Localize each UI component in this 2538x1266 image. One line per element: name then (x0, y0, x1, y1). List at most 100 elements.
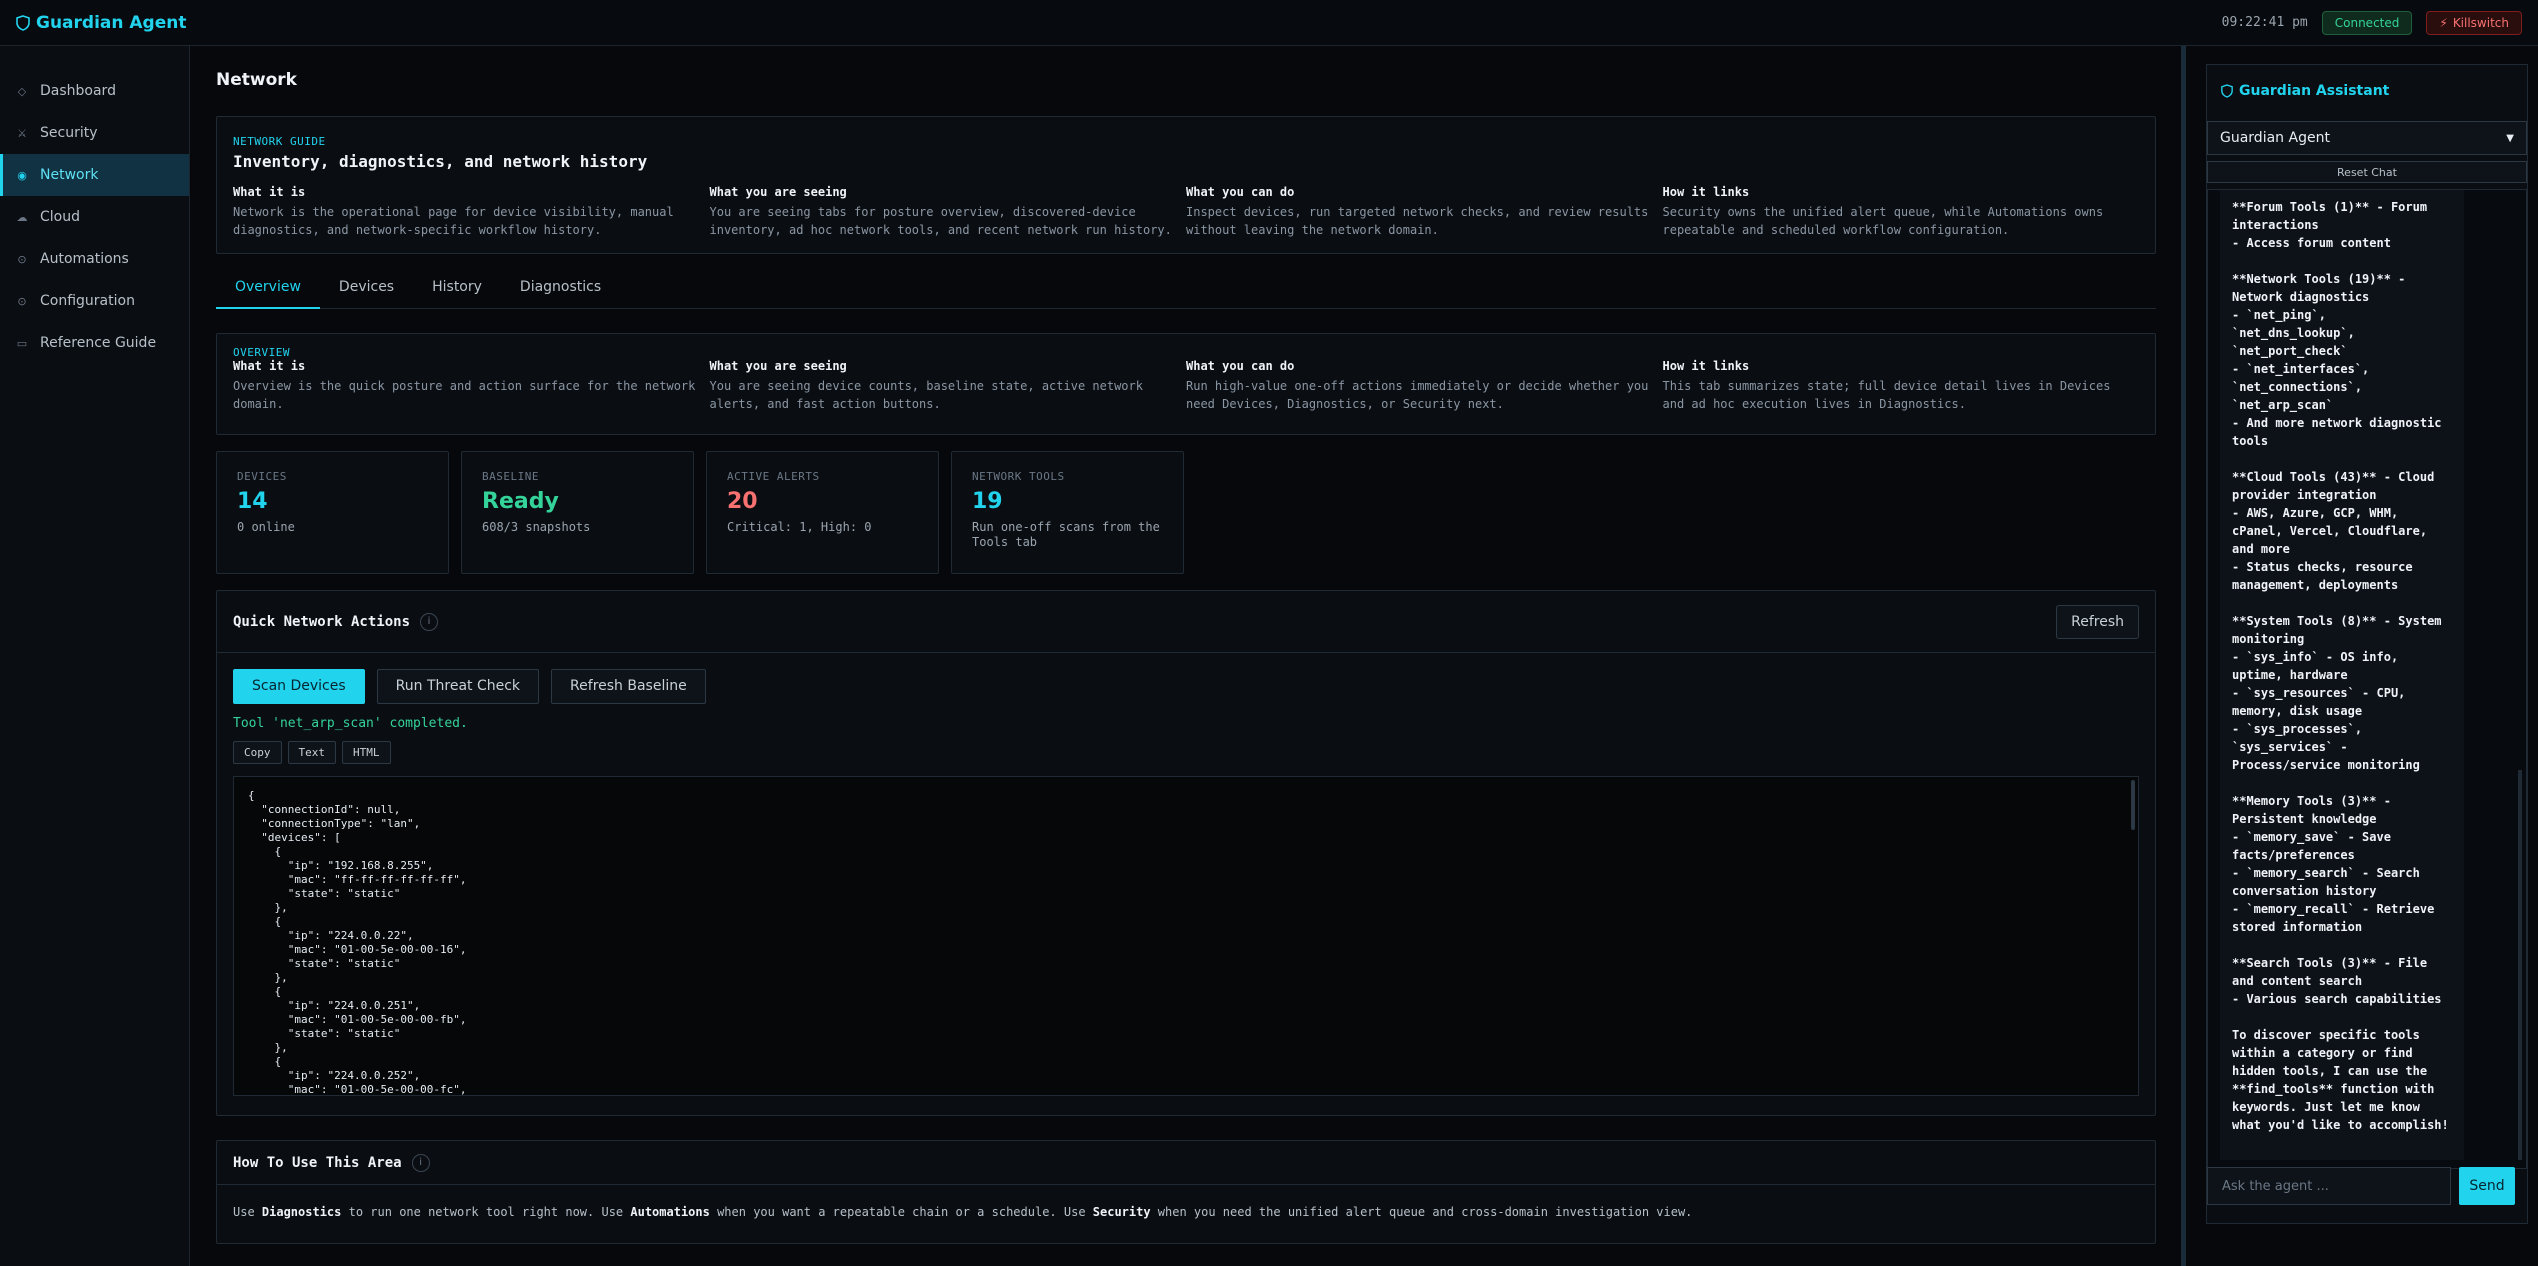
html-format-button[interactable]: HTML (342, 741, 391, 764)
sidebar-item-cloud[interactable]: ☁ Cloud (0, 196, 189, 238)
settings-icon: ⊙ (17, 294, 27, 308)
how-to-text-part: when you need the unified alert queue an… (1150, 1205, 1693, 1219)
guide-col-text: Security owns the unified alert queue, w… (1662, 205, 2104, 237)
guide-col-heading: What you can do (1186, 185, 1295, 199)
chevron-down-icon: ▼ (2506, 132, 2514, 144)
tab-diagnostics[interactable]: Diagnostics (501, 274, 620, 309)
section-title: How To Use This Area (233, 1154, 402, 1171)
agent-select[interactable]: Guardian Agent ▼ (2207, 121, 2527, 155)
info-icon[interactable]: i (411, 1153, 430, 1172)
sidebar-item-configuration[interactable]: ⊙ Configuration (0, 280, 189, 322)
stat-sub: Critical: 1, High: 0 (727, 520, 872, 534)
cloud-icon: ☁ (16, 210, 28, 224)
refresh-button[interactable]: Refresh (2056, 604, 2139, 639)
agent-select-value: Guardian Agent (2220, 130, 2330, 146)
chat-input[interactable]: Ask the agent ... (2207, 1167, 2451, 1205)
killswitch-label: Killswitch (2452, 15, 2509, 30)
how-to-text: Use Diagnostics to run one network tool … (217, 1185, 2155, 1239)
guide-col-text: Run high-value one-off actions immediate… (1186, 379, 1649, 411)
refresh-baseline-button[interactable]: Refresh Baseline (551, 669, 706, 704)
stat-value: 14 (237, 489, 268, 514)
guide-col-heading: What it is (233, 185, 306, 199)
sidebar-item-dashboard[interactable]: ◇ Dashboard (0, 70, 189, 112)
stat-label: NETWORK TOOLS (972, 470, 1065, 483)
how-to-keyword: Security (1092, 1205, 1151, 1219)
guide-col-heading: What it is (233, 359, 306, 373)
tab-devices[interactable]: Devices (320, 274, 413, 309)
assistant-title-label: Guardian Assistant (2239, 83, 2390, 99)
stat-sub: Run one-off scans from the Tools tab (972, 520, 1160, 549)
sidebar-item-security[interactable]: ⚔ Security (0, 112, 189, 154)
overview-guide: OVERVIEW What it is Overview is the quic… (216, 333, 2156, 435)
sidebar-item-automations[interactable]: ⊙ Automations (0, 238, 189, 280)
guide-col-heading: How it links (1662, 359, 1750, 373)
stat-label: BASELINE (482, 470, 539, 483)
reset-chat-button[interactable]: Reset Chat (2207, 161, 2527, 183)
guide-col-text: Overview is the quick posture and action… (233, 379, 696, 411)
guide-kicker: NETWORK GUIDE (233, 135, 326, 148)
guide-column: How it links Security owns the unified a… (1663, 185, 2140, 239)
guide-column: What it is Network is the operational pa… (233, 185, 710, 239)
guide-col-text: You are seeing device counts, baseline s… (709, 379, 1143, 411)
shield-icon (2221, 84, 2233, 98)
tool-output-json: { "connectionId": null, "connectionType"… (248, 789, 467, 1096)
stat-card-baseline: BASELINE Ready 608/3 snapshots (461, 451, 694, 574)
assistant-title: Guardian Assistant (2207, 73, 2527, 109)
sidebar-item-reference-guide[interactable]: ▭ Reference Guide (0, 322, 189, 364)
guide-title: Inventory, diagnostics, and network hist… (233, 152, 648, 171)
how-to-keyword: Automations (630, 1205, 710, 1219)
guide-col-heading: What you are seeing (709, 359, 847, 373)
sidebar-item-label: Cloud (40, 209, 80, 225)
stat-label: DEVICES (237, 470, 287, 483)
clock: 09:22:41 pm (2221, 15, 2308, 30)
stat-card-network-tools: NETWORK TOOLS 19 Run one-off scans from … (951, 451, 1184, 574)
guide-column: What you can do Inspect devices, run tar… (1186, 185, 1663, 239)
stat-cards: DEVICES 14 0 online BASELINE Ready 608/3… (216, 451, 2156, 574)
guide-col-heading: How it links (1662, 185, 1750, 199)
sidebar-item-label: Reference Guide (40, 335, 157, 351)
connection-status-badge: Connected (2321, 10, 2413, 35)
tool-status-message: Tool 'net_arp_scan' completed. (233, 716, 468, 731)
scan-devices-button[interactable]: Scan Devices (233, 669, 365, 704)
copy-button[interactable]: Copy (233, 741, 282, 764)
guide-col-text: This tab summarizes state; full device d… (1662, 379, 2111, 411)
top-bar: Guardian Agent 09:22:41 pm Connected ⚡ K… (0, 0, 2538, 46)
guide-col-text: Network is the operational page for devi… (233, 205, 674, 237)
app-title: Guardian Agent (36, 12, 187, 33)
chat-scrollbar[interactable] (2518, 770, 2522, 1160)
stat-value: Ready (482, 489, 559, 514)
panel-resize-handle[interactable] (2181, 46, 2186, 1266)
sidebar: ◇ Dashboard ⚔ Security ◉ Network ☁ Cloud… (0, 46, 190, 1266)
stat-card-active-alerts: ACTIVE ALERTS 20 Critical: 1, High: 0 (706, 451, 939, 574)
swords-icon: ⚔ (17, 126, 27, 140)
guide-column: What you can do Run high-value one-off a… (1186, 359, 1663, 413)
text-format-button[interactable]: Text (287, 741, 336, 764)
chat-history[interactable]: **Forum Tools (1)** - Forum interactions… (2207, 189, 2527, 1169)
sidebar-item-network[interactable]: ◉ Network (0, 154, 189, 196)
section-title: Quick Network Actions (233, 613, 411, 630)
sidebar-item-label: Network (40, 167, 99, 183)
chat-composer: Ask the agent ... Send (2207, 1167, 2527, 1205)
tab-overview[interactable]: Overview (216, 274, 320, 309)
tab-history[interactable]: History (413, 274, 501, 309)
info-icon[interactable]: i (420, 612, 439, 631)
guide-col-text: You are seeing tabs for posture overview… (709, 205, 1172, 237)
sidebar-item-label: Dashboard (40, 83, 116, 99)
how-to-use: How To Use This Area i Use Diagnostics t… (216, 1140, 2156, 1244)
globe-icon: ◉ (17, 168, 27, 182)
killswitch-button[interactable]: ⚡ Killswitch (2426, 10, 2522, 35)
guide-col-text: Inspect devices, run targeted network ch… (1186, 205, 1649, 237)
main-content: Network NETWORK GUIDE Inventory, diagnos… (200, 46, 2172, 1266)
overview-kicker: OVERVIEW (233, 346, 290, 359)
brand: Guardian Agent (16, 13, 187, 33)
tab-bar: Overview Devices History Diagnostics (216, 274, 2156, 309)
page-title: Network (216, 70, 297, 90)
quick-network-actions: Quick Network Actions i Refresh Scan Dev… (216, 590, 2156, 1116)
tool-output[interactable]: { "connectionId": null, "connectionType"… (233, 776, 2139, 1096)
how-to-keyword: Diagnostics (261, 1205, 342, 1219)
guide-column: What it is Overview is the quick posture… (233, 359, 710, 413)
run-threat-check-button[interactable]: Run Threat Check (376, 669, 540, 704)
guide-col-heading: What you can do (1186, 359, 1295, 373)
output-scrollbar[interactable] (2131, 780, 2135, 830)
send-button[interactable]: Send (2459, 1167, 2515, 1205)
